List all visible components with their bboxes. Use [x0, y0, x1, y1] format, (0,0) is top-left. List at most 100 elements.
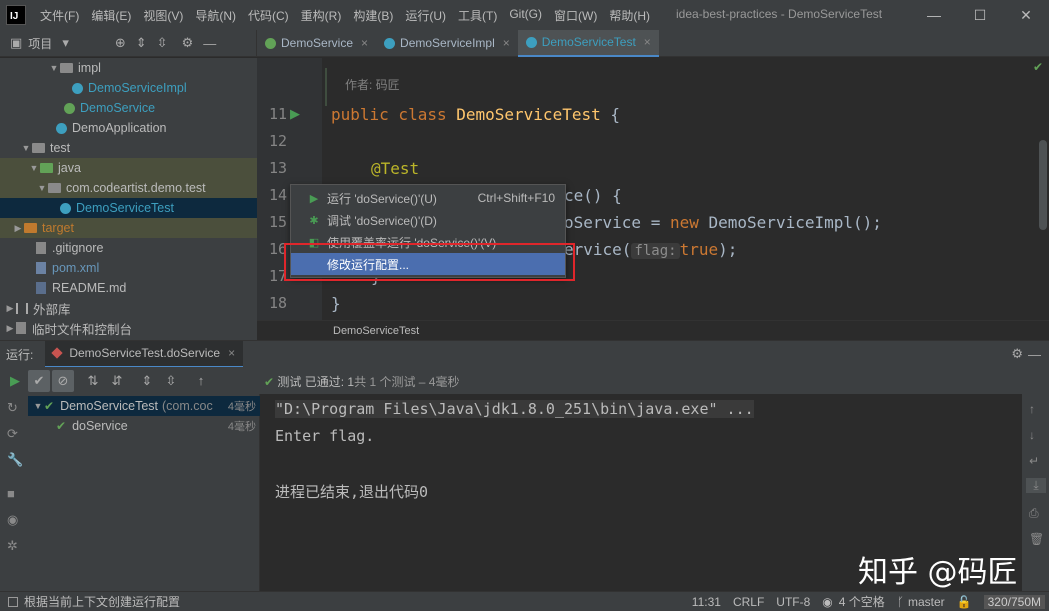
memory-indicator[interactable]: 320/750M — [983, 594, 1045, 609]
menu-refactor[interactable]: 重构(R) — [295, 7, 348, 24]
tree-item-external-libs[interactable]: ▶ 外部库 — [0, 298, 257, 318]
hide-panel-icon[interactable]: — — [1028, 347, 1041, 362]
tree-item-java[interactable]: ▼ java — [0, 158, 257, 178]
soft-wrap-icon[interactable]: ↵ — [1029, 454, 1039, 468]
test-row-method[interactable]: ✔ doService 4毫秒 — [28, 416, 260, 436]
tree-item-label: README.md — [52, 281, 127, 295]
rerun-icon[interactable]: ▶ — [4, 370, 26, 392]
file-encoding[interactable]: UTF-8 — [776, 595, 810, 609]
menu-help[interactable]: 帮助(H) — [603, 7, 656, 24]
sort-duration-icon[interactable]: ⇵ — [106, 370, 128, 392]
tree-item-demoservice[interactable]: DemoService — [0, 98, 257, 118]
previous-failed-icon[interactable]: ↑ — [190, 370, 212, 392]
test-status: ✔ 测试 已通过: 1共 1 个测试 – 4毫秒 — [264, 373, 459, 390]
run-gutter-icon[interactable]: ▶ — [290, 106, 304, 121]
tab-demoservicetest[interactable]: DemoServiceTest × — [517, 29, 659, 57]
menu-build[interactable]: 构建(B) — [347, 7, 399, 24]
show-passed-icon[interactable]: ✔ — [28, 369, 50, 392]
menu-run[interactable]: 运行(U) — [399, 7, 452, 24]
trash-icon[interactable]: 🗑 — [1029, 532, 1044, 546]
menu-edit[interactable]: 编辑(E) — [85, 7, 137, 24]
menu-navigate[interactable]: 导航(N) — [189, 7, 242, 24]
gear-icon[interactable]: ⚙ — [1011, 346, 1023, 362]
tree-item-label: DemoServiceTest — [76, 201, 174, 215]
maximize-button[interactable]: ☐ — [957, 0, 1003, 30]
tree-item-scratches[interactable]: ▶ 临时文件和控制台 — [0, 318, 257, 338]
chevron-down-icon[interactable]: ▼ — [20, 143, 32, 153]
test-label: DemoServiceTest — [60, 399, 159, 413]
camera-icon[interactable]: ◉ — [7, 512, 18, 528]
chevron-down-icon[interactable]: ▼ — [36, 183, 48, 193]
breadcrumb[interactable]: DemoServiceTest — [257, 320, 1049, 340]
test-row-class[interactable]: ▼ ✔ DemoServiceTest (com.coc 4毫秒 — [28, 396, 260, 416]
tree-item-demoservicetest[interactable]: DemoServiceTest — [0, 198, 257, 218]
chevron-right-icon[interactable]: ▶ — [4, 303, 16, 314]
spring-app-icon — [56, 122, 67, 134]
tab-demoservice[interactable]: DemoService × — [257, 30, 376, 57]
close-window-button[interactable]: ✕ — [1003, 0, 1049, 30]
menu-tools[interactable]: 工具(T) — [452, 7, 503, 24]
stop-icon[interactable]: ■ — [7, 486, 15, 501]
line-number: 13 — [268, 159, 287, 177]
tree-item-gitignore[interactable]: .gitignore — [0, 238, 257, 258]
chevron-down-icon[interactable]: ▼ — [28, 163, 40, 173]
menu-item-run[interactable]: ▶ 运行 'doService()'(U) Ctrl+Shift+F10 — [291, 187, 565, 209]
settings-icon[interactable]: ✲ — [7, 538, 18, 554]
menu-window[interactable]: 窗口(W) — [548, 7, 603, 24]
window-controls: — ☐ ✕ — [911, 0, 1049, 30]
rerun-failed-icon[interactable]: ↻ — [7, 400, 18, 416]
expand-all-icon[interactable]: ⇕ — [136, 370, 158, 392]
lock-icon[interactable]: 🔓 — [957, 595, 972, 609]
sort-alpha-icon[interactable]: ⇅ — [82, 370, 104, 392]
tree-item-target[interactable]: ▶ target — [0, 218, 257, 238]
menu-view[interactable]: 视图(V) — [137, 7, 189, 24]
gear-icon[interactable]: ⚙ — [182, 35, 194, 51]
tab-demoserviceimpl[interactable]: DemoServiceImpl × — [376, 30, 518, 57]
tree-item-label: .gitignore — [52, 241, 104, 255]
collapse-all-icon[interactable]: ⇳ — [157, 35, 168, 51]
caret-position[interactable]: 11:31 — [692, 595, 721, 609]
git-branch[interactable]: master — [908, 595, 945, 609]
toggle-auto-test-icon[interactable]: ⟳ — [7, 426, 18, 442]
wrench-icon[interactable]: 🔧 — [7, 452, 23, 468]
close-icon[interactable]: × — [361, 36, 368, 50]
chevron-down-icon[interactable]: ▾ — [62, 35, 69, 51]
inspection-ok-icon[interactable]: ✔ — [1033, 60, 1043, 74]
tree-item-package[interactable]: ▼ com.codeartist.demo.test — [0, 178, 257, 198]
tree-item-demoserviceimpl[interactable]: DemoServiceImpl — [0, 78, 257, 98]
tree-item-test[interactable]: ▼ test — [0, 138, 257, 158]
hide-panel-icon[interactable]: — — [203, 36, 216, 51]
menu-file[interactable]: 文件(F) — [34, 7, 85, 24]
close-icon[interactable]: × — [503, 36, 510, 50]
line-separator[interactable]: CRLF — [733, 595, 764, 609]
show-ignored-icon[interactable]: ⊘ — [52, 369, 74, 392]
tool-window-toggle-icon[interactable] — [8, 596, 18, 607]
close-icon[interactable]: × — [644, 35, 651, 49]
expand-all-icon[interactable]: ⇕ — [136, 35, 147, 51]
chevron-right-icon[interactable]: ▶ — [4, 323, 16, 334]
tree-item-demoapplication[interactable]: DemoApplication — [0, 118, 257, 138]
status-widgets: 11:31 CRLF UTF-8 ◉ 4 个空格 ᚴ master 🔓 320/… — [680, 592, 1049, 611]
run-tab[interactable]: DemoServiceTest.doService × — [45, 340, 244, 368]
inspector-icon[interactable]: ◉ — [822, 595, 832, 609]
scroll-to-end-icon[interactable]: ⤓ — [1026, 478, 1046, 493]
menu-item-debug[interactable]: ✱ 调试 'doService()'(D) — [291, 209, 565, 231]
tree-item-readme[interactable]: README.md — [0, 278, 257, 298]
locate-icon[interactable]: ⊕ — [115, 35, 126, 51]
arrow-down-icon[interactable]: ↓ — [1029, 428, 1035, 442]
indent-setting[interactable]: 4 个空格 — [839, 593, 885, 610]
close-icon[interactable]: × — [228, 346, 235, 360]
project-panel-label[interactable]: 项目 — [28, 35, 52, 52]
chevron-down-icon[interactable]: ▼ — [32, 401, 44, 411]
menu-code[interactable]: 代码(C) — [242, 7, 295, 24]
menu-git[interactable]: Git(G) — [503, 7, 548, 24]
editor-scrollbar[interactable] — [1039, 140, 1047, 230]
chevron-right-icon[interactable]: ▶ — [12, 223, 24, 234]
print-icon[interactable]: ⎙ — [1029, 506, 1039, 521]
tree-item-pom[interactable]: pom.xml — [0, 258, 257, 278]
arrow-up-icon[interactable]: ↑ — [1029, 402, 1035, 416]
tree-item-impl[interactable]: ▼ impl — [0, 58, 257, 78]
minimize-button[interactable]: — — [911, 0, 957, 30]
collapse-all-icon[interactable]: ⇳ — [160, 370, 182, 392]
chevron-down-icon[interactable]: ▼ — [48, 63, 60, 73]
